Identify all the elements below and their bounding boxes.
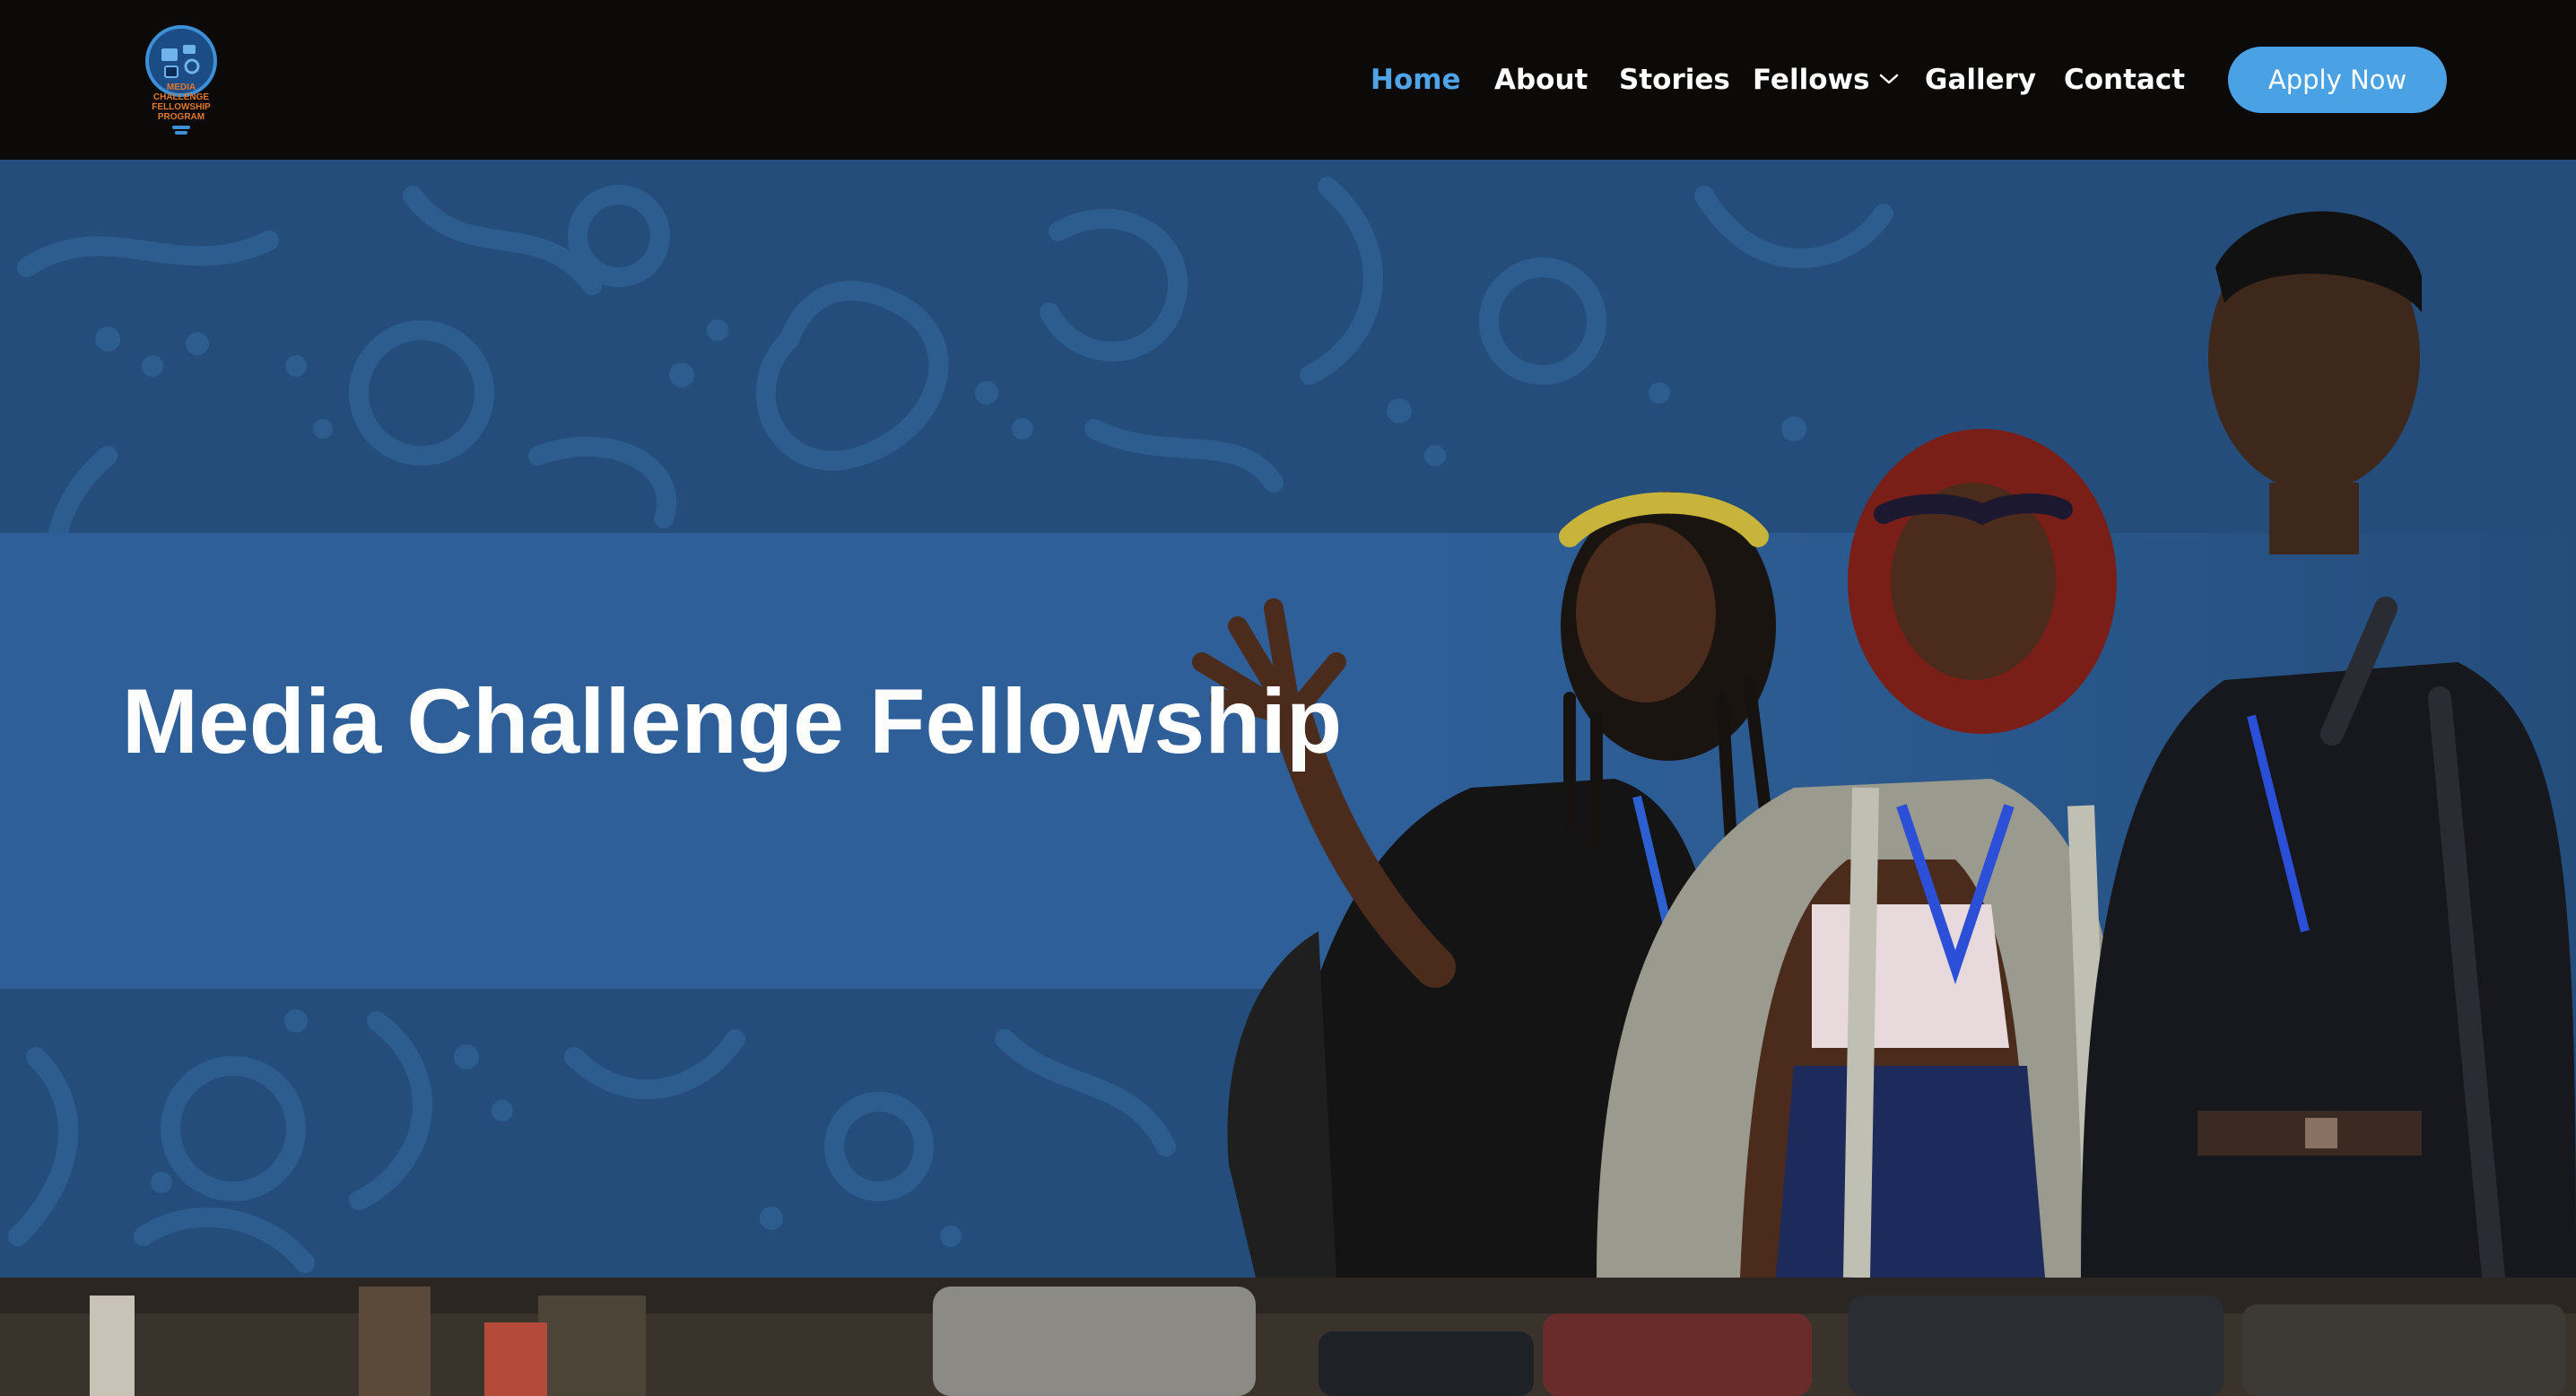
nav-gallery[interactable]: Gallery: [1925, 54, 2036, 106]
hero-photo-fellows: [1192, 211, 2576, 1278]
nav-fellows[interactable]: Fellows: [1753, 54, 1899, 106]
nav-fellows-label: Fellows: [1753, 64, 1870, 96]
apply-now-button[interactable]: Apply Now: [2228, 47, 2447, 113]
chevron-down-icon: [1879, 74, 1898, 83]
nav-stories[interactable]: Stories: [1619, 54, 1730, 106]
logo-line: PROGRAM: [157, 112, 205, 122]
main-nav: Home About Stories Fellows Gallery Conta…: [0, 54, 2576, 106]
hero-title: Media Challenge Fellowship: [122, 670, 1343, 772]
street-scene-image: [0, 1278, 2576, 1396]
street-scene-section-preview: [0, 1278, 2576, 1396]
hero-section: Media Challenge Fellowship: [0, 160, 2576, 1278]
nav-home[interactable]: Home: [1371, 54, 1461, 106]
nav-contact[interactable]: Contact: [2064, 54, 2185, 106]
site-header: MEDIA CHALLENGE FELLOWSHIP PROGRAM Home …: [0, 0, 2576, 160]
nav-about[interactable]: About: [1494, 54, 1588, 106]
